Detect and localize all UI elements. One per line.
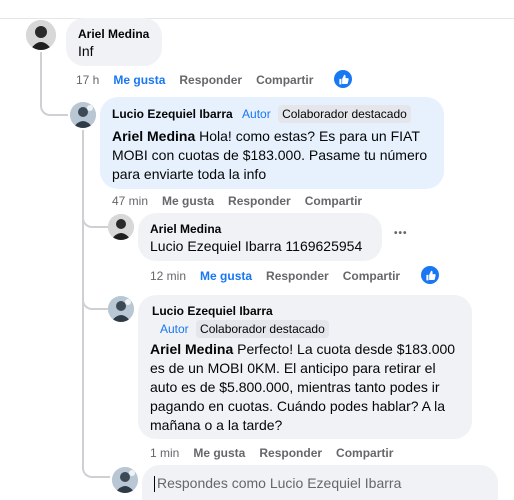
like-button[interactable]: Me gusta (193, 446, 245, 460)
share-button[interactable]: Compartir (256, 73, 313, 87)
comment-bubble: Lucio Ezequiel Ibarra Autor Colaborador … (100, 97, 444, 189)
comment-text: Inf (78, 43, 94, 59)
comment-bubble: Ariel Medina Lucio Ezequiel Ibarra 11696… (138, 213, 382, 261)
thread-connector (82, 458, 110, 478)
comment-bubble: Ariel Medina Inf (66, 18, 162, 66)
comment-time[interactable]: 1 min (150, 446, 179, 460)
reply-placeholder: Respondes como Lucio Ezequiel Ibarra (157, 475, 402, 491)
reply-button[interactable]: Responder (259, 446, 322, 460)
top-contributor-badge: Colaborador destacado (196, 320, 329, 338)
comment-author[interactable]: Lucio Ezequiel Ibarra (112, 107, 233, 121)
share-button[interactable]: Compartir (343, 269, 400, 283)
reply-button[interactable]: Responder (266, 269, 329, 283)
avatar[interactable] (26, 20, 56, 50)
comment-text: Ariel Medina Perfecto! La cuota desde $1… (150, 340, 460, 435)
thread-line (40, 52, 42, 100)
comment-author[interactable]: Ariel Medina (150, 221, 370, 237)
share-button[interactable]: Compartir (336, 446, 393, 460)
like-reaction-icon[interactable] (421, 266, 439, 284)
share-button[interactable]: Compartir (305, 194, 362, 208)
comment-actions: 1 min Me gusta Responder Compartir (150, 445, 407, 461)
comment-actions: 47 min Me gusta Responder Compartir (112, 193, 376, 209)
top-contributor-badge: Colaborador destacado (278, 105, 411, 123)
comment-actions: 12 min Me gusta Responder Compartir (150, 268, 414, 284)
reply-input[interactable]: Respondes como Lucio Ezequiel Ibarra (142, 465, 498, 500)
avatar[interactable] (70, 102, 96, 128)
thread-connector (82, 208, 108, 228)
like-button[interactable]: Me gusta (200, 269, 252, 283)
text-caret (154, 476, 155, 493)
thread-connector (40, 96, 68, 116)
comment-actions: 17 h Me gusta Responder Compartir (76, 72, 327, 88)
avatar[interactable] (112, 467, 138, 493)
mention-link[interactable]: Ariel Medina (112, 128, 195, 144)
comment-author[interactable]: Ariel Medina (78, 26, 150, 42)
like-button[interactable]: Me gusta (162, 194, 214, 208)
comment-text: Ariel Medina Hola! como estas? Es para u… (112, 127, 432, 184)
avatar[interactable] (108, 214, 134, 240)
comment-time[interactable]: 47 min (112, 194, 148, 208)
reply-button[interactable]: Responder (179, 73, 242, 87)
more-options-icon[interactable]: ••• (394, 228, 408, 239)
author-role-label: Autor (242, 107, 271, 121)
like-button[interactable]: Me gusta (113, 73, 165, 87)
like-reaction-icon[interactable] (334, 70, 352, 88)
thread-connector (82, 290, 108, 310)
comment-text: Lucio Ezequiel Ibarra 1169625954 (150, 238, 363, 254)
comment-bubble: Lucio Ezequiel Ibarra Autor Colaborador … (138, 295, 472, 439)
mention-link[interactable]: Ariel Medina (150, 341, 233, 357)
avatar[interactable] (108, 296, 134, 322)
comment-time[interactable]: 12 min (150, 269, 186, 283)
author-role-label: Autor (160, 322, 189, 336)
comment-author[interactable]: Lucio Ezequiel Ibarra (152, 303, 460, 319)
reply-button[interactable]: Responder (228, 194, 291, 208)
comment-time[interactable]: 17 h (76, 73, 99, 87)
